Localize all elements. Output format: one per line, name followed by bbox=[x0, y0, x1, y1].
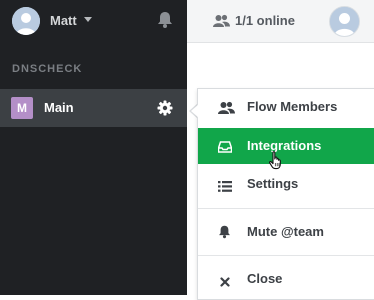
bell-icon bbox=[218, 225, 231, 244]
inbox-icon bbox=[217, 140, 233, 158]
menu-item-label: Mute @team bbox=[247, 224, 324, 239]
user-name[interactable]: Matt bbox=[50, 13, 77, 28]
user-avatar[interactable] bbox=[12, 7, 40, 35]
menu-item-mute-team[interactable]: Mute @team bbox=[198, 214, 374, 250]
close-icon bbox=[220, 274, 230, 292]
list-icon bbox=[218, 179, 232, 197]
menu-item-settings[interactable]: Settings bbox=[198, 166, 374, 202]
menu-pointer-inner bbox=[191, 104, 199, 118]
people-icon bbox=[218, 101, 235, 120]
flow-item-main[interactable]: M Main bbox=[0, 89, 187, 127]
hand-cursor-icon bbox=[268, 151, 284, 175]
profile-avatar[interactable] bbox=[329, 6, 360, 37]
bell-icon[interactable] bbox=[157, 11, 173, 34]
organization-label: DNSCHECK bbox=[12, 63, 83, 75]
menu-divider bbox=[198, 255, 374, 256]
flow-options-menu: Flow Members Integrations Settings Mute … bbox=[197, 88, 374, 300]
menu-item-close[interactable]: Close bbox=[198, 261, 374, 297]
online-status[interactable]: 1/1 online bbox=[235, 13, 295, 28]
people-icon bbox=[213, 14, 230, 33]
menu-item-label: Flow Members bbox=[247, 99, 338, 114]
flow-name[interactable]: Main bbox=[44, 100, 74, 115]
menu-item-label: Integrations bbox=[247, 138, 322, 153]
flow-avatar: M bbox=[11, 97, 33, 119]
menu-item-label: Close bbox=[247, 271, 283, 286]
top-bar: 1/1 online bbox=[187, 0, 374, 43]
menu-item-label: Settings bbox=[247, 176, 299, 191]
menu-item-integrations[interactable]: Integrations bbox=[198, 128, 374, 164]
menu-divider bbox=[198, 208, 374, 209]
menu-item-flow-members[interactable]: Flow Members bbox=[198, 89, 374, 125]
sidebar: Matt DNSCHECK M Main bbox=[0, 0, 187, 295]
chevron-down-icon[interactable] bbox=[84, 17, 92, 22]
gear-icon[interactable] bbox=[157, 100, 173, 121]
